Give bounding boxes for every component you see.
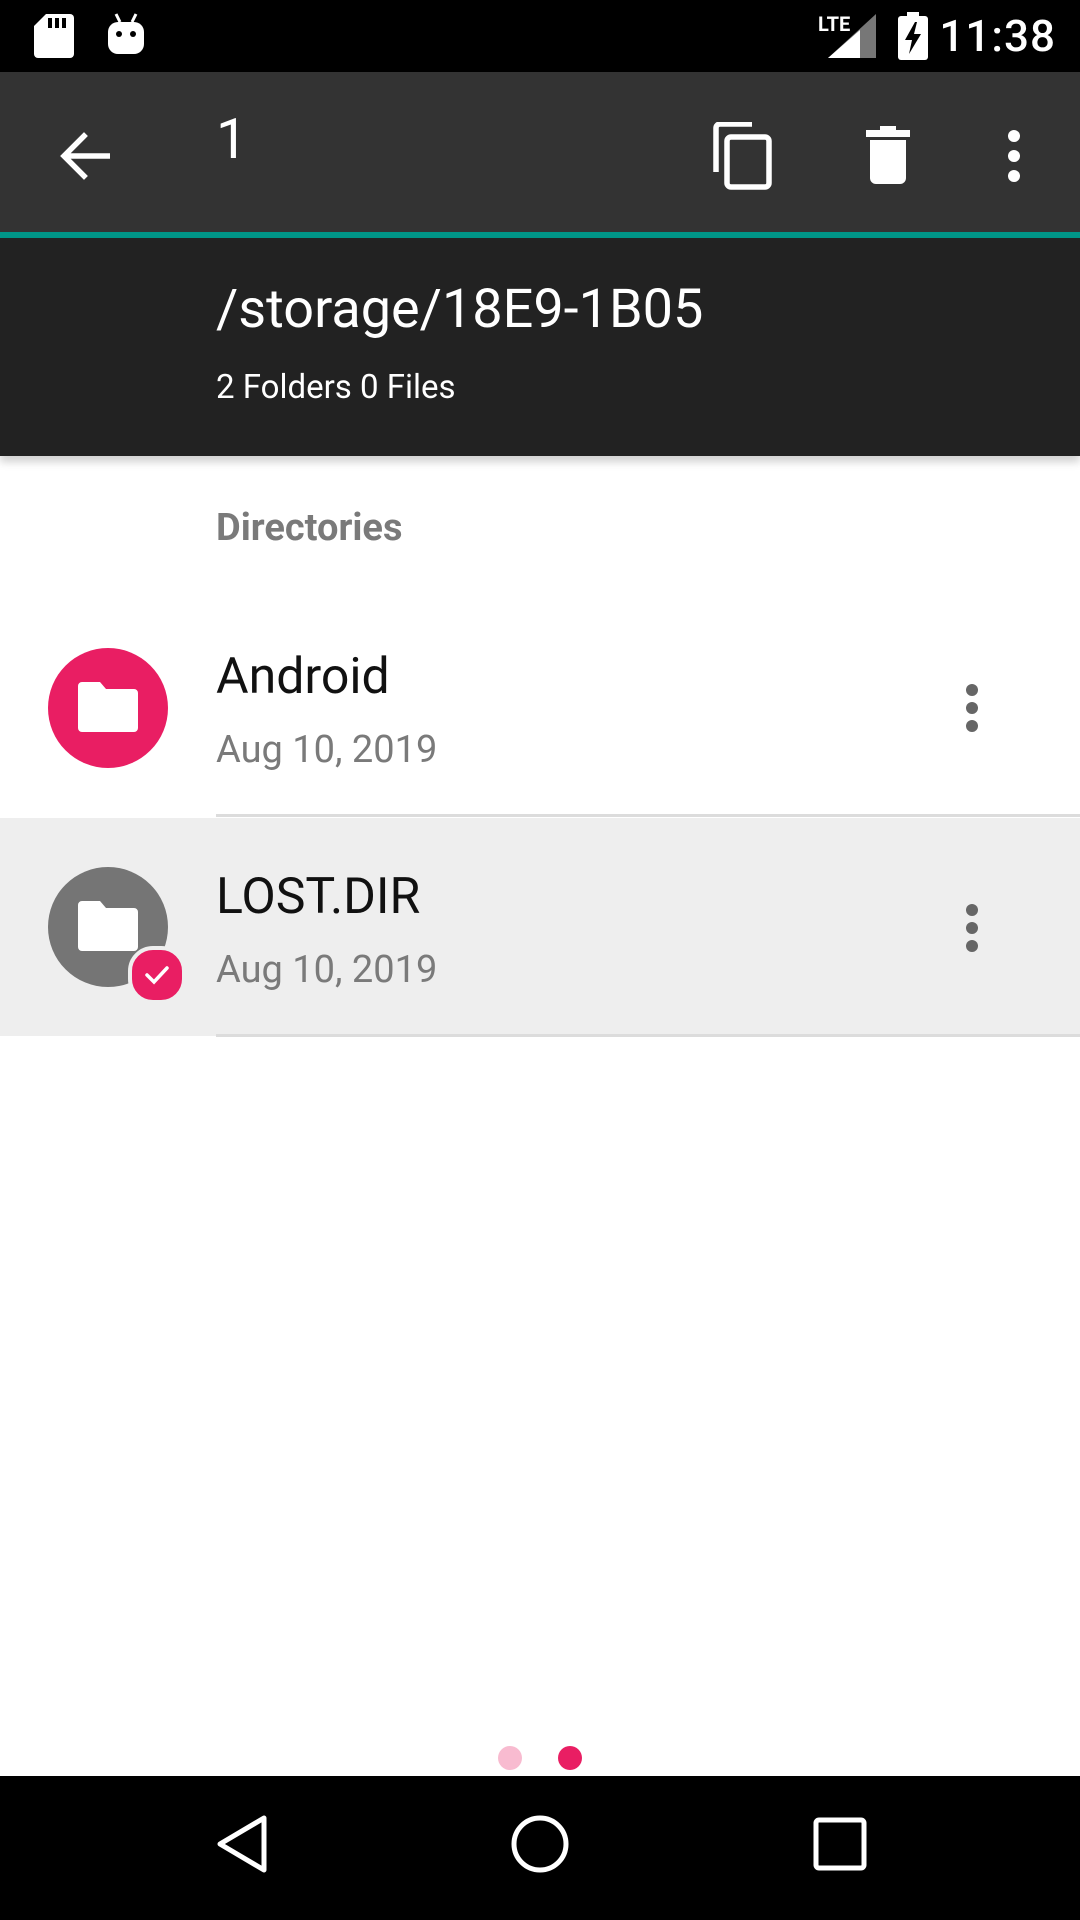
navigation-bar xyxy=(0,1776,1080,1920)
selection-count: 1 xyxy=(216,106,248,172)
back-arrow-icon[interactable] xyxy=(58,130,110,182)
check-icon xyxy=(145,966,169,985)
list-item[interactable]: Android Aug 10, 2019 xyxy=(0,598,1080,816)
android-debug-icon xyxy=(108,13,144,54)
folder-icon xyxy=(78,682,138,732)
nav-back-icon[interactable] xyxy=(214,1814,270,1874)
list-item-selected[interactable]: LOST.DIR Aug 10, 2019 xyxy=(0,818,1080,1036)
more-vert-icon[interactable] xyxy=(1002,130,1026,182)
folder-date: Aug 10, 2019 xyxy=(216,728,438,772)
nav-home-icon[interactable] xyxy=(510,1814,570,1874)
status-clock: 11:38 xyxy=(939,10,1056,62)
item-more-vert-icon[interactable] xyxy=(962,904,982,952)
item-more-vert-icon[interactable] xyxy=(962,684,982,732)
page-indicator-dot[interactable] xyxy=(498,1746,522,1770)
battery-charging-icon xyxy=(898,12,928,60)
list-divider xyxy=(216,814,1080,817)
section-label-directories: Directories xyxy=(216,506,403,550)
folder-avatar[interactable] xyxy=(48,648,168,768)
path-header xyxy=(0,238,1080,456)
sd-card-icon xyxy=(34,14,74,58)
nav-recents-icon[interactable] xyxy=(812,1816,868,1872)
folder-icon xyxy=(78,901,138,951)
status-bar: LTE 11:38 xyxy=(0,0,1080,72)
page-indicator-dot-active[interactable] xyxy=(558,1746,582,1770)
selected-check-badge xyxy=(128,946,186,1004)
folder-date: Aug 10, 2019 xyxy=(216,948,438,992)
contextual-action-bar xyxy=(0,72,1080,232)
list-divider xyxy=(216,1034,1080,1037)
folder-file-summary: 2 Folders 0 Files xyxy=(216,368,456,407)
folder-name: Android xyxy=(216,648,390,706)
signal-icon xyxy=(828,14,876,58)
folder-name: LOST.DIR xyxy=(216,868,421,926)
current-path: /storage/18E9-1B05 xyxy=(216,278,704,341)
copy-icon[interactable] xyxy=(712,122,774,190)
delete-icon[interactable] xyxy=(866,126,910,184)
